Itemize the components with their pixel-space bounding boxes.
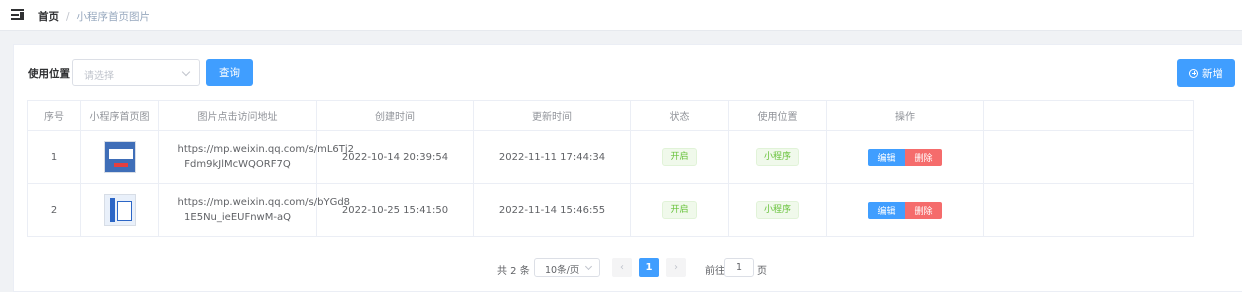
row-url: https://mp.weixin.qq.com/s/mL6Tj2 Fdm9kJ…	[159, 131, 355, 183]
row-updated: 2022-11-11 17:44:34	[474, 131, 631, 183]
header-actions: 操作	[827, 101, 984, 130]
header-updated: 更新时间	[474, 101, 631, 130]
table-header-row: 序号 小程序首页图 图片点击访问地址 创建时间 更新时间 状态 使用位置 操作	[28, 101, 1193, 131]
row-status-cell: 开启	[631, 131, 729, 183]
thumbnail-image[interactable]	[103, 194, 136, 226]
location-filter-label: 使用位置	[28, 68, 70, 80]
row-spacer	[984, 184, 1193, 236]
chevron-down-icon	[584, 262, 593, 271]
breadcrumb-home[interactable]: 首页	[38, 9, 59, 24]
header-location: 使用位置	[729, 101, 827, 130]
content-card: 使用位置 请选择 查询 新增 序号 小程序首页图 图片点击访问地址 创建时间 更…	[13, 44, 1242, 292]
row-location-cell: 小程序	[729, 184, 827, 236]
edit-button[interactable]: 编辑	[868, 148, 905, 166]
row-url: https://mp.weixin.qq.com/s/bYGd8 1E5Nu_i…	[159, 184, 351, 236]
next-page-button[interactable]: ›	[666, 258, 686, 277]
status-badge: 开启	[662, 148, 697, 166]
header-status: 状态	[631, 101, 729, 130]
row-actions: 编辑 删除	[827, 131, 984, 183]
goto-suffix: 页	[757, 266, 767, 277]
thumbnail-image[interactable]	[103, 141, 136, 173]
status-badge: 开启	[662, 201, 697, 219]
row-index: 1	[28, 131, 81, 183]
row-actions: 编辑 删除	[827, 184, 984, 236]
goto-page-input[interactable]: 1	[724, 258, 754, 277]
row-image-cell	[81, 131, 159, 183]
header-spacer	[984, 101, 1193, 130]
location-badge: 小程序	[755, 148, 799, 166]
pagination: 共 2 条 10条/页 ‹ 1 › 前往 1 页	[14, 258, 1242, 278]
row-url-line2: Fdm9kJlMcWQORF7Q	[184, 159, 291, 170]
row-url-line1: https://mp.weixin.qq.com/s/mL6Tj2	[177, 144, 355, 155]
header-created: 创建时间	[317, 101, 474, 130]
add-button[interactable]: 新增	[1177, 59, 1235, 87]
chevron-down-icon	[181, 67, 191, 77]
page-size-value: 10条/页	[545, 265, 580, 276]
row-status-cell: 开启	[631, 184, 729, 236]
page-size-select[interactable]: 10条/页	[534, 258, 600, 277]
location-select-placeholder: 请选择	[84, 71, 114, 82]
row-updated: 2022-11-14 15:46:55	[474, 184, 631, 236]
top-bar: 首页 / 小程序首页图片	[0, 0, 1242, 31]
row-url-line1: https://mp.weixin.qq.com/s/bYGd8	[177, 197, 351, 208]
menu-toggle-icon[interactable]	[11, 9, 24, 20]
breadcrumb-separator: /	[66, 10, 70, 23]
breadcrumb: 首页 / 小程序首页图片	[38, 9, 150, 24]
row-location-cell: 小程序	[729, 131, 827, 183]
header-url: 图片点击访问地址	[159, 101, 317, 130]
location-badge: 小程序	[755, 201, 799, 219]
prev-page-button[interactable]: ‹	[612, 258, 632, 277]
delete-button[interactable]: 删除	[905, 201, 942, 219]
pagination-total: 共 2 条	[497, 266, 530, 277]
location-select[interactable]: 请选择	[72, 59, 200, 86]
row-url-line2: 1E5Nu_ieEUFnwM-aQ	[184, 212, 291, 223]
row-created: 2022-10-25 15:41:50	[317, 184, 474, 236]
edit-button[interactable]: 编辑	[868, 201, 905, 219]
add-button-label: 新增	[1202, 67, 1223, 80]
header-index: 序号	[28, 101, 81, 130]
row-created: 2022-10-14 20:39:54	[317, 131, 474, 183]
table-row: 1 https://mp.weixin.qq.com/s/mL6Tj2 Fdm9…	[28, 131, 1193, 184]
row-spacer	[984, 131, 1193, 183]
delete-button[interactable]: 删除	[905, 148, 942, 166]
breadcrumb-current: 小程序首页图片	[76, 11, 151, 23]
table-row: 2 https://mp.weixin.qq.com/s/bYGd8 1E5Nu…	[28, 184, 1193, 236]
data-table: 序号 小程序首页图 图片点击访问地址 创建时间 更新时间 状态 使用位置 操作 …	[27, 100, 1194, 237]
header-image: 小程序首页图	[81, 101, 159, 130]
query-button[interactable]: 查询	[206, 59, 253, 86]
row-index: 2	[28, 184, 81, 236]
plus-circle-icon	[1189, 68, 1198, 78]
page-number-button[interactable]: 1	[639, 258, 659, 277]
goto-label: 前往	[705, 266, 725, 277]
row-image-cell	[81, 184, 159, 236]
